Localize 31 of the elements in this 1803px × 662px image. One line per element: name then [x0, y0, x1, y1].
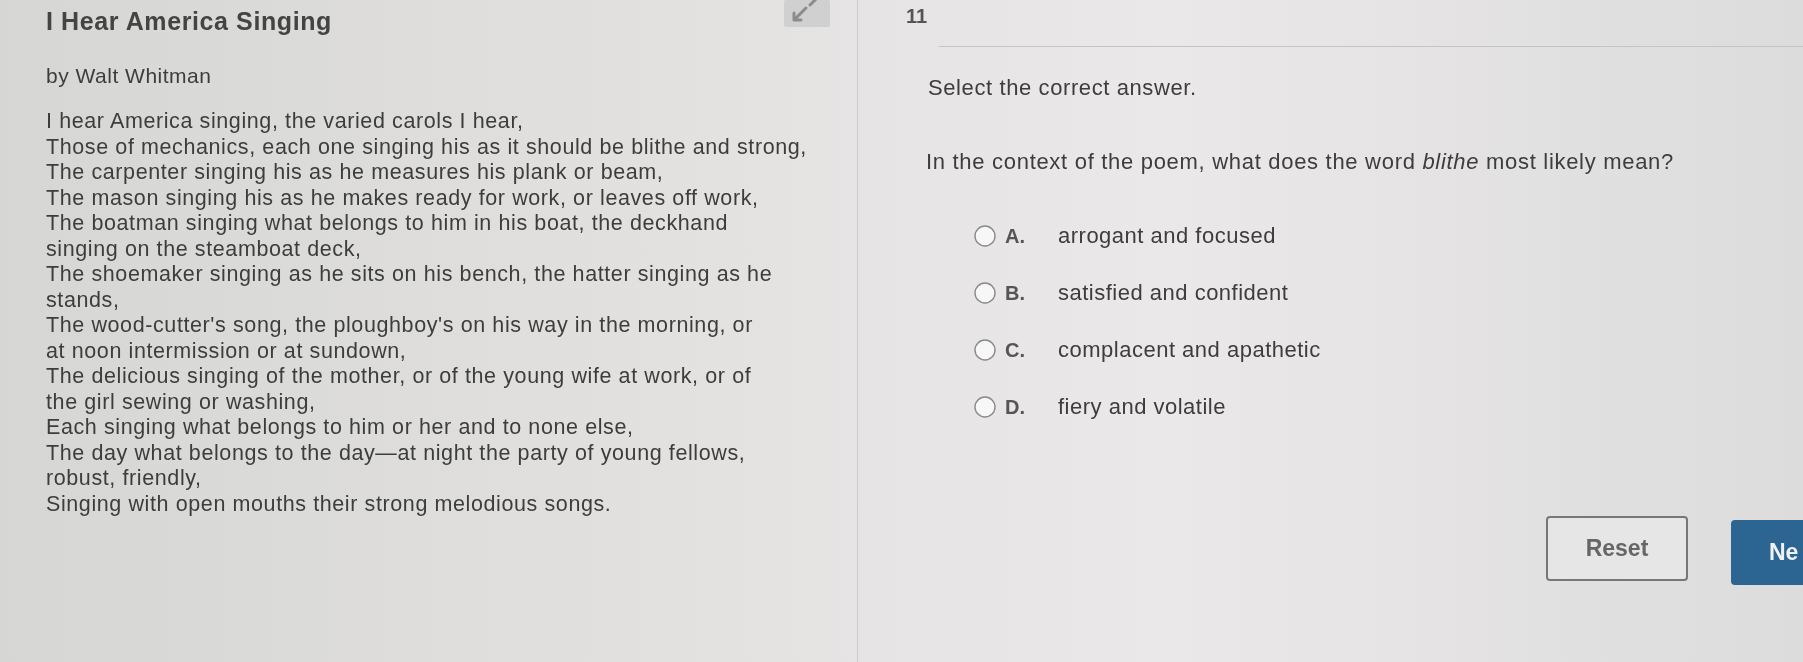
option-letter: B. [1005, 281, 1026, 305]
answer-option[interactable]: fiery and volatile [1058, 394, 1226, 420]
poem-verse: The day what belongs to the day—at night the party of young fellows, robust, friendly, [46, 440, 747, 492]
question-text: In the context of the poem, what does the word blithe most likely mean? [926, 149, 1675, 175]
poem-verse: The boatman singing what belongs to him in his boat, the deckhand singing on the steamboat deck, [46, 211, 730, 262]
passage-title: I Hear America Singing [46, 7, 332, 35]
poem-verse: The delicious singing of the mother, or of the young wife at work, or of the girl sewing or washing, [46, 364, 753, 415]
radio-button[interactable] [974, 396, 996, 418]
radio-button[interactable] [974, 339, 996, 361]
question-number: 11 [906, 4, 928, 28]
option-letter: D. [1005, 395, 1026, 419]
poem-verse: The carpenter singing his as he measures his plank or beam, [46, 160, 665, 186]
radio-button[interactable] [974, 282, 996, 304]
option-letter: C. [1005, 338, 1026, 362]
poem-verse: Those of mechanics, each one singing his as it should be blithe and strong, [46, 134, 808, 160]
poem-verse: The mason singing his as he makes ready for work, or leaves off work, [46, 185, 760, 211]
author-byline: by Walt Whitman [46, 64, 213, 88]
next-button[interactable]: Ne [1731, 520, 1803, 585]
reset-button[interactable]: Reset [1546, 516, 1688, 581]
poem-verse: Singing with open mouths their strong melodious songs. [46, 491, 613, 517]
poem-verse: I hear America singing, the varied carols I hear, [46, 109, 525, 135]
diagonal-arrows-icon[interactable] [784, 0, 830, 27]
poem-verse: The wood-cutter's song, the ploughboy's on his way in the morning, or at noon intermission or at sundown, [46, 313, 754, 364]
radio-button[interactable] [974, 225, 996, 247]
option-letter: A. [1005, 224, 1026, 248]
answer-option[interactable]: complacent and apathetic [1058, 337, 1321, 363]
poem-verse: The shoemaker singing as he sits on his bench, the hatter singing as he stands, [46, 262, 774, 313]
answer-option[interactable]: arrogant and focused [1058, 223, 1276, 249]
instruction-text: Select the correct answer. [928, 75, 1198, 101]
poem-verse: Each singing what belongs to him or her and to none else, [46, 415, 635, 441]
answer-option[interactable]: satisfied and confident [1058, 280, 1289, 306]
